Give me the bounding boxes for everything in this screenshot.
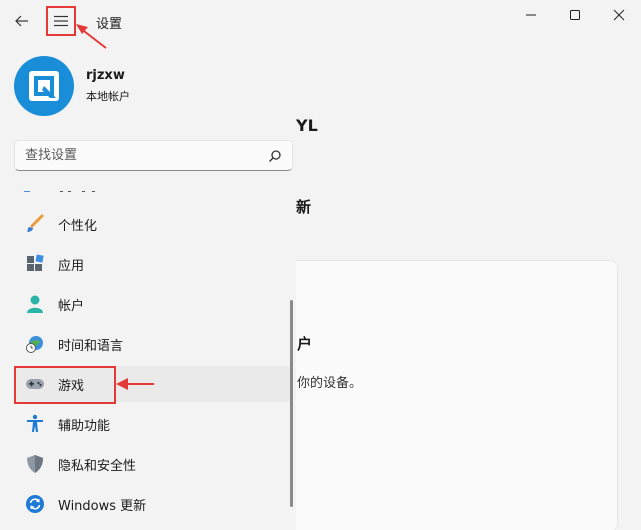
nav-item-accounts[interactable]: 帐户	[14, 286, 293, 322]
navigation-pane: 设置 rjzxw 本地帐户 查找设置 个性化 应用 帐户 时间和语言 游戏 辅助…	[0, 0, 296, 530]
nav-scrollbar[interactable]	[290, 300, 293, 507]
nav-item-label: 隐私和安全性	[58, 458, 137, 474]
nav-item-personalization[interactable]: 个性化	[14, 206, 293, 242]
maximize-button[interactable]	[553, 0, 597, 30]
back-button[interactable]	[10, 9, 34, 33]
nav-item-partial	[20, 184, 110, 192]
nav-item-label: 帐户	[58, 298, 85, 314]
hamburger-menu-button[interactable]	[46, 6, 76, 36]
maximize-icon	[570, 10, 580, 20]
navigation-list: 个性化 应用 帐户 时间和语言 游戏 辅助功能 隐私和安全性 Windows 更…	[0, 184, 296, 530]
user-logo-icon	[29, 71, 59, 101]
update-icon	[24, 493, 46, 515]
user-name: rjzxw	[86, 68, 125, 83]
card-title: 户	[297, 335, 313, 353]
avatar	[14, 56, 74, 116]
nav-item-gaming[interactable]: 游戏	[14, 366, 293, 402]
user-profile[interactable]: rjzxw 本地帐户	[14, 56, 274, 118]
content-card: 户 你的设备。	[286, 260, 618, 530]
nav-item-label: 游戏	[58, 378, 85, 394]
search-input[interactable]	[15, 141, 265, 170]
title-bar: 设置	[0, 0, 296, 40]
nav-item-windows-update[interactable]: Windows 更新	[14, 486, 293, 522]
close-button[interactable]	[597, 0, 641, 30]
content-section-title: 新	[296, 198, 312, 216]
apps-icon	[24, 253, 46, 275]
window-controls	[509, 0, 641, 30]
accessibility-icon	[24, 413, 46, 435]
minimize-button[interactable]	[509, 0, 553, 30]
nav-item-apps[interactable]: 应用	[14, 246, 293, 282]
close-icon	[613, 9, 625, 21]
partial-item-fragment	[24, 191, 95, 192]
hamburger-icon	[54, 15, 68, 27]
nav-item-label: 个性化	[58, 218, 98, 234]
settings-window: YL 新 户 你的设备。 设置 rjzxw 本地帐户 查找设置 个性化 应用 帐…	[0, 0, 641, 530]
globe-clock-icon	[24, 333, 46, 355]
shield-icon	[24, 453, 46, 475]
nav-item-label: 辅助功能	[58, 418, 111, 434]
content-pane: YL 新 户 你的设备。	[286, 0, 641, 530]
nav-item-label: 时间和语言	[58, 338, 124, 354]
minimize-icon	[526, 14, 536, 16]
account-icon	[24, 293, 46, 315]
app-title: 设置	[96, 17, 123, 32]
brush-icon	[24, 213, 46, 235]
search-box[interactable]	[14, 140, 293, 171]
nav-item-label: Windows 更新	[58, 498, 147, 514]
back-arrow-icon	[15, 15, 28, 27]
content-user-name: YL	[296, 116, 318, 135]
nav-item-accessibility[interactable]: 辅助功能	[14, 406, 293, 442]
account-type: 本地帐户	[86, 90, 130, 103]
card-description: 你的设备。	[297, 376, 363, 391]
nav-item-label: 应用	[58, 258, 85, 274]
nav-item-time-language[interactable]: 时间和语言	[14, 326, 293, 362]
nav-item-privacy-security[interactable]: 隐私和安全性	[14, 446, 293, 482]
gamepad-icon	[24, 373, 46, 395]
search-icon[interactable]	[268, 149, 282, 163]
